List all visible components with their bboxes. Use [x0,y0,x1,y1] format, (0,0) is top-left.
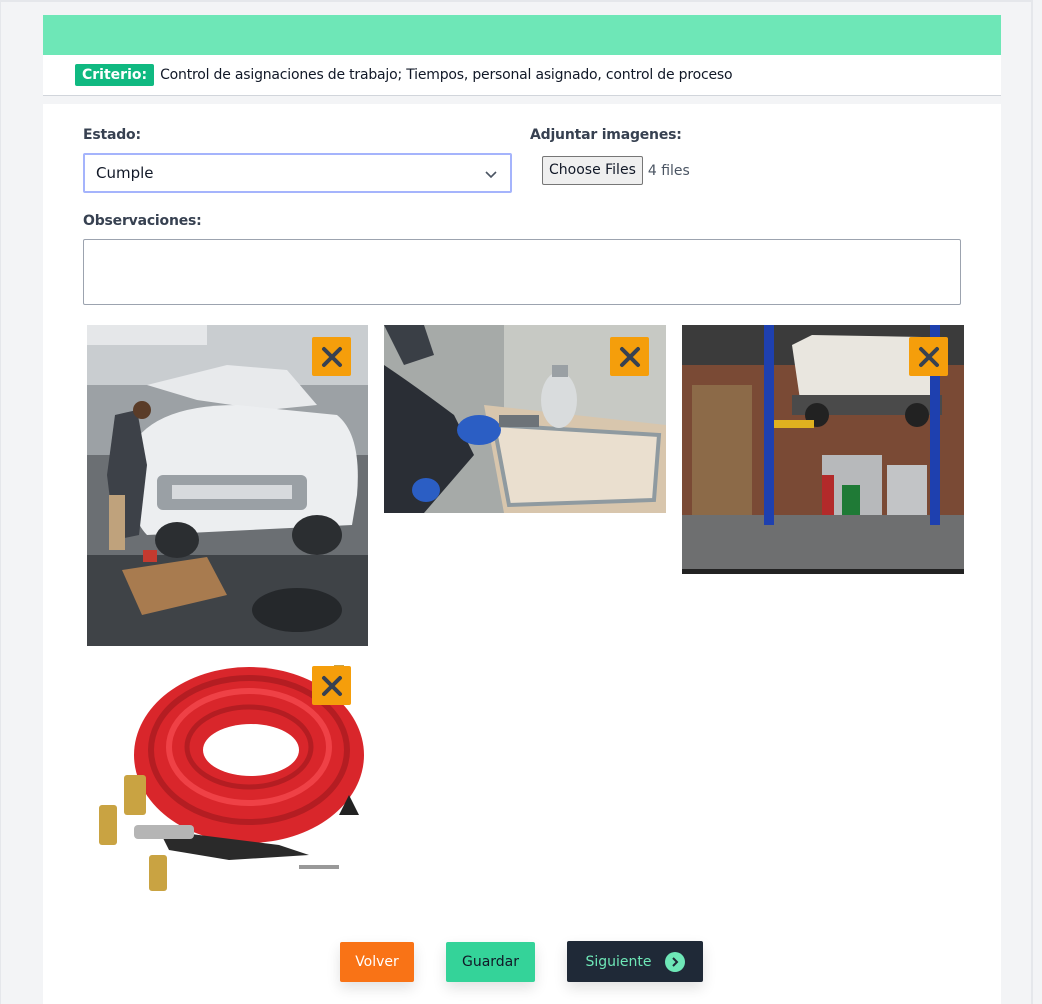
close-icon [321,675,342,696]
siguiente-button[interactable]: Siguiente [567,941,703,982]
criterion-card: Criterio: Control de asignaciones de tra… [43,15,1001,1004]
adjuntar-label: Adjuntar imagenes: [530,127,682,143]
guardar-button[interactable]: Guardar [446,942,535,982]
estado-label: Estado: [83,127,141,143]
estado-select[interactable]: Cumple [83,153,512,193]
uploaded-image-4 [79,655,371,897]
criterion-badge: Criterio: [75,64,155,86]
remove-image-1-button[interactable] [312,337,351,376]
file-count: 4 files [647,162,690,179]
file-input[interactable]: Choose Files 4 files [542,156,690,185]
volver-button[interactable]: Volver [340,942,414,982]
frame-left-border [0,0,1,1004]
remove-image-3-button[interactable] [909,337,948,376]
estado-selected-value: Cumple [96,164,154,182]
criterion-row: Criterio: Control de asignaciones de tra… [43,55,1001,96]
close-icon [619,346,640,367]
choose-files-button[interactable]: Choose Files [542,156,643,185]
uploaded-image-3 [682,325,964,574]
card-header-bar [43,15,1001,55]
observaciones-textarea[interactable] [83,239,961,305]
uploaded-image-2 [384,325,666,513]
observaciones-label: Observaciones: [83,213,202,229]
close-icon [321,346,342,367]
frame-right-border [1031,0,1033,1004]
remove-image-2-button[interactable] [610,337,649,376]
frame-top-border [0,0,1033,2]
siguiente-label: Siguiente [585,953,652,970]
uploaded-image-1 [87,325,368,646]
close-icon [918,346,939,367]
remove-image-4-button[interactable] [312,666,351,705]
chevron-right-circle-icon [664,951,685,972]
section-separator [43,96,1001,104]
chevron-down-icon [485,171,497,179]
criterion-text: Control de asignaciones de trabajo; Tiem… [160,67,733,83]
